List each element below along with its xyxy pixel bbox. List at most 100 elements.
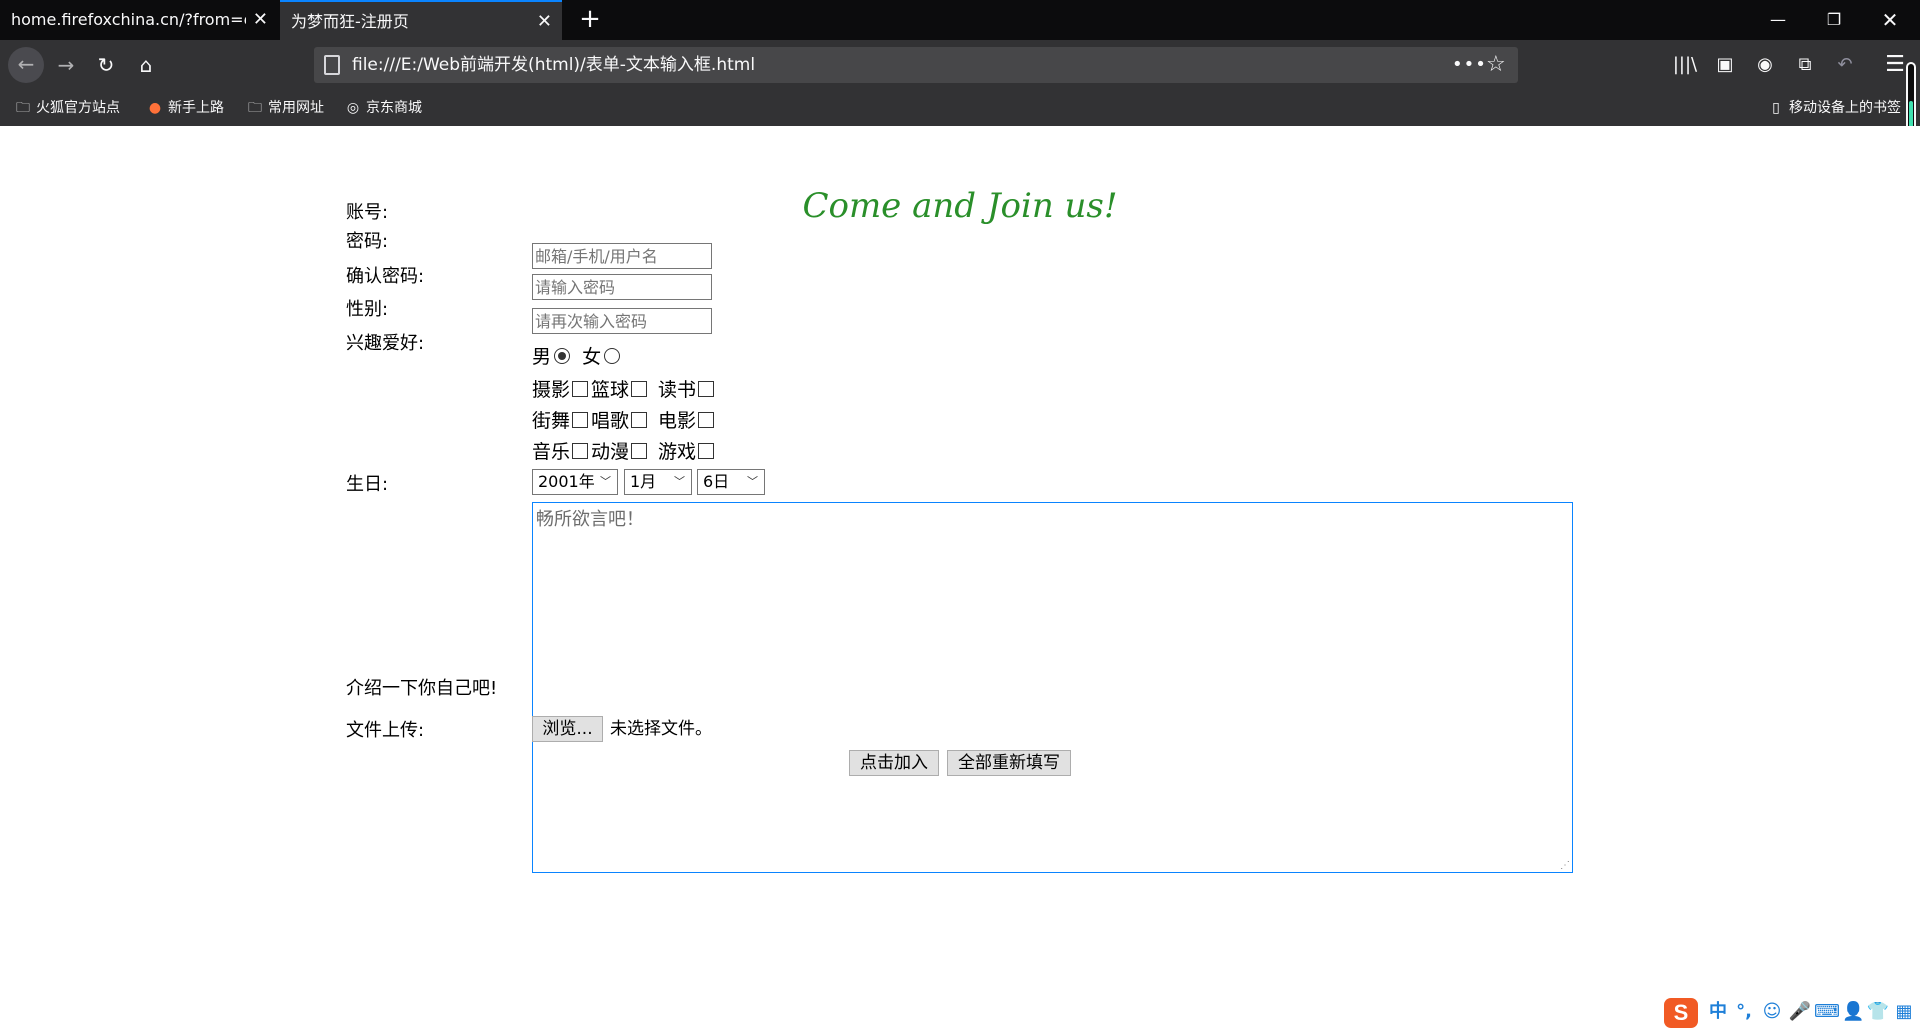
ime-language-toggle[interactable]: 中 — [1706, 1000, 1730, 1024]
checkbox-label: 动漫 — [591, 441, 630, 463]
radio-label: 男 — [532, 346, 552, 368]
checkbox[interactable] — [698, 443, 715, 459]
home-icon[interactable]: ⌂ — [129, 48, 163, 82]
url-bar[interactable]: file:///E:/Web前端开发(html)/表单-文本输入框.html •… — [314, 47, 1518, 83]
submit-button[interactable]: 点击加入 — [849, 750, 939, 776]
bookmark-label: 火狐官方站点 — [36, 100, 120, 116]
page-actions-icon[interactable]: ••• — [1452, 47, 1487, 83]
hobby-singing[interactable]: 唱歌 — [591, 406, 650, 433]
tab-title: home.firefoxchina.cn/?from=exte — [11, 10, 246, 29]
hobby-movies[interactable]: 电影 — [658, 406, 717, 433]
bookmark-common-sites[interactable]: 🗀 常用网址 — [246, 90, 324, 126]
checkbox-label: 摄影 — [532, 379, 571, 401]
bookmark-label: 常用网址 — [268, 100, 324, 116]
forward-arrow-icon[interactable]: → — [49, 48, 83, 82]
bookmark-getting-started[interactable]: ● 新手上路 — [146, 90, 224, 126]
folder-icon: 🗀 — [16, 100, 30, 116]
hobby-games[interactable]: 游戏 — [658, 437, 717, 464]
selected-value: 2001年 — [538, 472, 595, 491]
male-radio[interactable] — [554, 348, 571, 364]
hobby-music[interactable]: 音乐 — [532, 437, 591, 464]
mobile-bookmarks[interactable]: ▯ 移动设备上的书签 — [1767, 90, 1901, 126]
birthday-label: 生日: — [346, 474, 389, 495]
tab-register-page[interactable]: 为梦而狂-注册页 ✕ — [280, 0, 562, 40]
scroll-indicator — [1906, 62, 1916, 132]
mobile-device-icon: ▯ — [1772, 100, 1780, 116]
checkbox[interactable] — [572, 412, 589, 428]
checkbox[interactable] — [572, 381, 589, 397]
intro-textarea[interactable]: 畅所欲言吧！ ⋰ — [532, 502, 1573, 873]
close-icon[interactable]: ✕ — [253, 0, 268, 40]
url-text[interactable]: file:///E:/Web前端开发(html)/表单-文本输入框.html — [352, 47, 755, 83]
bookmark-star-icon[interactable]: ☆ — [1486, 47, 1506, 83]
checkbox[interactable] — [572, 443, 589, 459]
hobby-basketball[interactable]: 篮球 — [591, 375, 650, 402]
sogou-logo-icon[interactable]: S — [1664, 998, 1698, 1028]
browse-button[interactable]: 浏览... — [532, 716, 603, 742]
skin-icon[interactable]: 👕 — [1866, 1000, 1890, 1024]
hobby-anime[interactable]: 动漫 — [591, 437, 650, 464]
checkbox[interactable] — [698, 412, 715, 428]
page-content: Come and Join us! 账号: 密码: 确认密码: 性别: 男 女 … — [0, 126, 1920, 1030]
gender-male-option[interactable]: 男 — [532, 342, 576, 369]
punctuation-icon[interactable]: °, — [1732, 1000, 1756, 1024]
resize-grip-icon[interactable]: ⋰ — [1560, 860, 1570, 871]
checkbox[interactable] — [698, 381, 715, 397]
checkbox[interactable] — [631, 412, 648, 428]
tab-firefoxchina[interactable]: home.firefoxchina.cn/?from=exte ✕ — [0, 0, 278, 40]
close-icon[interactable]: ✕ — [537, 2, 552, 40]
checkbox[interactable] — [631, 381, 648, 397]
bookmark-firefox-official[interactable]: 🗀 火狐官方站点 — [14, 90, 120, 126]
checkbox[interactable] — [631, 443, 648, 459]
navigation-bar: ← → ↻ ⌂ file:///E:/Web前端开发(html)/表单-文本输入… — [0, 40, 1920, 90]
back-arrow-icon[interactable]: ← — [8, 47, 44, 83]
gender-label: 性别: — [346, 299, 389, 320]
birth-year-select[interactable]: 2001年 ﹀ — [532, 469, 618, 495]
tab-title: 为梦而狂-注册页 — [291, 12, 409, 31]
birth-day-select[interactable]: 6日 ﹀ — [697, 469, 765, 495]
emoji-icon[interactable]: ☺ — [1760, 1000, 1784, 1024]
hobby-row: 摄影 篮球 读书 — [532, 375, 717, 402]
new-tab-button[interactable]: + — [570, 0, 610, 40]
account-icon[interactable]: ◉ — [1750, 50, 1780, 80]
bookmarks-toolbar: 🗀 火狐官方站点 ● 新手上路 🗀 常用网址 ◎ 京东商城 ▯ 移动设备上的书签 — [0, 90, 1920, 126]
textarea-placeholder: 畅所欲言吧！ — [536, 509, 644, 530]
birth-month-select[interactable]: 1月 ﹀ — [624, 469, 692, 495]
hobby-row: 音乐 动漫 游戏 — [532, 437, 717, 464]
page-title: Come and Join us! — [802, 186, 1118, 226]
library-icon[interactable]: |||\ — [1670, 50, 1700, 80]
restore-button[interactable]: ❐ — [1806, 0, 1862, 40]
minimize-button[interactable]: — — [1750, 0, 1806, 40]
window-close-button[interactable]: ✕ — [1862, 0, 1918, 40]
female-radio[interactable] — [604, 348, 621, 364]
microphone-icon[interactable]: 🎤 — [1788, 1000, 1812, 1024]
checkbox-label: 唱歌 — [591, 410, 630, 432]
confirm-password-input[interactable] — [532, 308, 712, 334]
chevron-down-icon: ﹀ — [674, 475, 685, 488]
chevron-down-icon: ﹀ — [600, 475, 611, 488]
toolbox-icon[interactable]: ▦ — [1892, 1000, 1916, 1024]
checkbox-label: 街舞 — [532, 410, 571, 432]
account-input[interactable] — [532, 243, 712, 269]
undo-icon[interactable]: ↶ — [1830, 50, 1860, 80]
checkbox-label: 音乐 — [532, 441, 571, 463]
sidebar-icon[interactable]: ▣ — [1710, 50, 1740, 80]
reload-icon[interactable]: ↻ — [89, 48, 123, 82]
user-icon[interactable]: 👤 — [1842, 1000, 1864, 1024]
hobby-reading[interactable]: 读书 — [658, 375, 717, 402]
screenshot-icon[interactable]: ⧉ — [1790, 50, 1820, 80]
globe-icon: ◎ — [346, 100, 360, 116]
firefox-icon: ● — [148, 100, 162, 116]
checkbox-label: 读书 — [658, 379, 697, 401]
checkbox-label: 电影 — [658, 410, 697, 432]
bookmark-jd-mall[interactable]: ◎ 京东商城 — [344, 90, 422, 126]
hobby-street-dance[interactable]: 街舞 — [532, 406, 591, 433]
password-input[interactable] — [532, 274, 712, 300]
checkbox-label: 篮球 — [591, 379, 630, 401]
keyboard-icon[interactable]: ⌨ — [1814, 1000, 1840, 1024]
account-label: 账号: — [346, 202, 389, 223]
hobby-photography[interactable]: 摄影 — [532, 375, 591, 402]
gender-female-option[interactable]: 女 — [582, 342, 626, 369]
radio-label: 女 — [582, 346, 602, 368]
reset-button[interactable]: 全部重新填写 — [947, 750, 1071, 776]
